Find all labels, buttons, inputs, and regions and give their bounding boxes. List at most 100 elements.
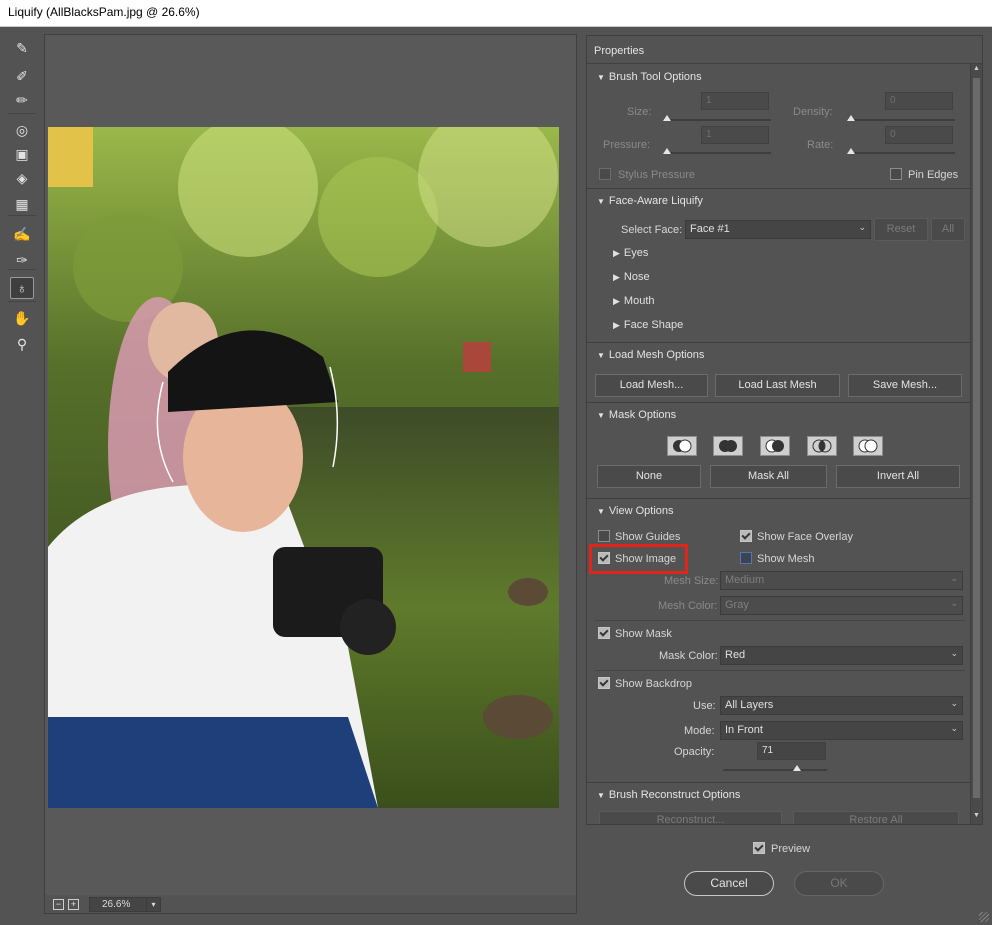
show-face-overlay-checkbox[interactable]: [740, 530, 752, 542]
toolbar-separator: [8, 215, 36, 216]
face-group-label: Nose: [623, 271, 650, 283]
photo-image: [48, 127, 559, 808]
slider-knob[interactable]: [847, 148, 855, 154]
chevron-down-icon: ▾: [146, 897, 160, 911]
density-field[interactable]: 0: [885, 92, 953, 110]
section-header-mask[interactable]: ▼ Mask Options: [597, 409, 676, 421]
mesh-size-dropdown[interactable]: Medium ⌄: [720, 571, 963, 590]
panel-scrollbar[interactable]: ▲ ▼: [970, 64, 982, 824]
photo-preview[interactable]: [48, 127, 559, 808]
face-group-face-shape[interactable]: ▶ Face Shape: [613, 319, 683, 331]
slider-knob[interactable]: [663, 115, 671, 121]
push-left-tool-icon[interactable]: ▦: [10, 193, 34, 215]
pucker-tool-icon[interactable]: ▣: [10, 143, 34, 165]
bloat-tool-icon[interactable]: ◈: [10, 167, 34, 189]
scroll-up-icon[interactable]: ▲: [971, 65, 982, 77]
density-label: Density:: [793, 106, 833, 118]
resize-grip-icon[interactable]: [979, 912, 989, 922]
reconstruct-button[interactable]: Reconstruct...: [599, 811, 782, 824]
zoom-tool-icon[interactable]: ⚲: [10, 333, 34, 355]
opacity-field[interactable]: 71: [757, 742, 826, 760]
pressure-slider[interactable]: [663, 148, 771, 154]
mode-dropdown[interactable]: In Front ⌄: [720, 721, 963, 740]
all-button[interactable]: All: [931, 218, 965, 241]
intersect-selection-icon[interactable]: [807, 436, 837, 456]
triangle-right-icon: ▶: [613, 296, 620, 306]
mode-value: In Front: [725, 724, 763, 736]
zoom-in-button[interactable]: +: [68, 898, 79, 910]
subtract-from-selection-icon[interactable]: [760, 436, 790, 456]
canvas-statusbar: − + 26.6% ▾: [45, 895, 576, 913]
chevron-down-icon: ⌄: [858, 222, 866, 232]
section-header-face[interactable]: ▼ Face-Aware Liquify: [597, 195, 703, 207]
preview-label: Preview: [771, 843, 811, 855]
stylus-pressure-checkbox[interactable]: [599, 168, 611, 180]
mask-all-button[interactable]: Mask All: [710, 465, 827, 488]
use-label: Use:: [693, 700, 716, 712]
brush-tool-options: ▼ Brush Tool Options Size: 1 Density: 0 P…: [587, 64, 970, 188]
face-group-nose[interactable]: ▶ Nose: [613, 271, 650, 283]
rate-slider[interactable]: [847, 148, 955, 154]
save-mesh-button[interactable]: Save Mesh...: [848, 374, 962, 397]
section-header-brush[interactable]: ▼ Brush Tool Options: [597, 71, 702, 83]
size-label: Size:: [627, 106, 652, 118]
mask-options: ▼ Mask Options None Mask All Invert All: [587, 402, 970, 498]
zoom-value: 26.6%: [102, 898, 131, 910]
size-field[interactable]: 1: [701, 92, 769, 110]
chevron-down-icon: ⌄: [950, 573, 958, 583]
load-mesh-button[interactable]: Load Mesh...: [595, 374, 708, 397]
add-to-selection-icon[interactable]: [713, 436, 743, 456]
zoom-select[interactable]: 26.6% ▾: [89, 896, 161, 912]
show-backdrop-checkbox[interactable]: [598, 677, 610, 689]
replace-selection-icon[interactable]: [667, 436, 697, 456]
cancel-button[interactable]: Cancel: [684, 871, 774, 896]
density-slider[interactable]: [847, 115, 955, 121]
rate-field[interactable]: 0: [885, 126, 953, 144]
face-group-eyes[interactable]: ▶ Eyes: [613, 247, 648, 259]
smooth-tool-icon[interactable]: ✏: [10, 89, 34, 111]
face-group-mouth[interactable]: ▶ Mouth: [613, 295, 655, 307]
size-slider[interactable]: [663, 115, 771, 121]
scroll-down-icon[interactable]: ▼: [971, 812, 982, 824]
preview-canvas[interactable]: − + 26.6% ▾: [44, 34, 577, 914]
slider-knob[interactable]: [663, 148, 671, 154]
slider-knob[interactable]: [847, 115, 855, 121]
reset-button[interactable]: Reset: [874, 218, 928, 241]
face-group-label: Mouth: [623, 295, 655, 307]
restore-all-button[interactable]: Restore All: [793, 811, 959, 824]
reconstruct-tool-icon[interactable]: ✐: [10, 65, 34, 87]
ok-button[interactable]: OK: [794, 871, 884, 896]
face-group-label: Eyes: [623, 247, 649, 259]
section-header-reconstruct[interactable]: ▼ Brush Reconstruct Options: [597, 789, 740, 801]
mask-color-dropdown[interactable]: Red ⌄: [720, 646, 963, 665]
triangle-right-icon: ▶: [613, 248, 620, 258]
face-tool-icon[interactable]: ♁: [10, 277, 34, 299]
show-mask-checkbox[interactable]: [598, 627, 610, 639]
zoom-out-button[interactable]: −: [53, 898, 64, 910]
load-last-mesh-button[interactable]: Load Last Mesh: [715, 374, 840, 397]
pressure-label: Pressure:: [603, 139, 651, 151]
hand-tool-icon[interactable]: ✋: [10, 307, 34, 329]
use-dropdown[interactable]: All Layers ⌄: [720, 696, 963, 715]
freeze-mask-tool-icon[interactable]: ✍: [10, 223, 34, 245]
invert-all-button[interactable]: Invert All: [836, 465, 960, 488]
invert-selection-icon[interactable]: [853, 436, 883, 456]
panel-title: Properties: [587, 36, 982, 64]
twirl-tool-icon[interactable]: ◎: [10, 119, 34, 141]
thaw-mask-tool-icon[interactable]: ✑: [10, 249, 34, 271]
show-guides-checkbox[interactable]: [598, 530, 610, 542]
preview-checkbox[interactable]: [753, 842, 765, 854]
show-mesh-checkbox[interactable]: [740, 552, 752, 564]
select-face-dropdown[interactable]: Face #1 ⌄: [685, 220, 871, 239]
pin-edges-checkbox[interactable]: [890, 168, 902, 180]
section-header-view[interactable]: ▼ View Options: [597, 505, 674, 517]
forward-warp-tool-icon[interactable]: ✎: [10, 37, 34, 59]
scroll-thumb[interactable]: [973, 78, 980, 798]
show-backdrop-label: Show Backdrop: [615, 678, 693, 690]
mask-none-button[interactable]: None: [597, 465, 701, 488]
pressure-field[interactable]: 1: [701, 126, 769, 144]
slider-knob[interactable]: [792, 765, 801, 771]
opacity-slider[interactable]: [723, 765, 827, 771]
mesh-color-dropdown[interactable]: Gray ⌄: [720, 596, 963, 615]
section-header-mesh[interactable]: ▼ Load Mesh Options: [597, 349, 704, 361]
